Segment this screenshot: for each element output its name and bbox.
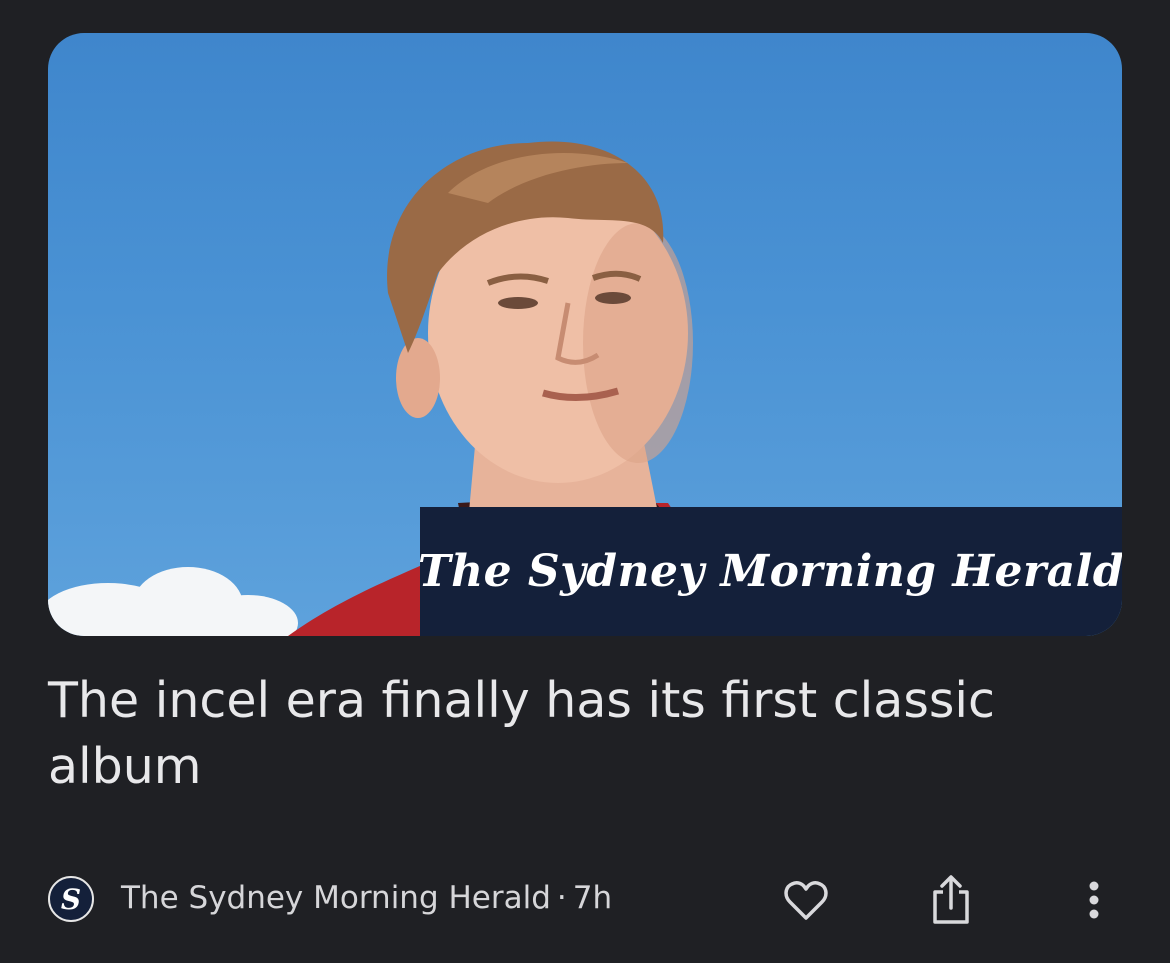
article-thumbnail[interactable]: The Sydney Morning Herald [48,33,1122,636]
source-logo-icon[interactable]: S [48,876,94,922]
masthead-text: The Sydney Morning Herald [417,546,1122,597]
share-button[interactable] [923,872,979,928]
source-info[interactable]: The Sydney Morning Herald · 7h [121,878,612,918]
article-age: 7h [572,880,613,916]
meta-separator: · [556,880,567,916]
publisher-masthead: The Sydney Morning Herald [417,507,1122,636]
heart-outline-icon [784,881,828,920]
source-name: The Sydney Morning Herald [121,880,551,916]
like-button[interactable] [778,872,834,928]
source-logo-letter: S [60,882,82,916]
share-icon [933,875,969,924]
more-options-button[interactable] [1066,872,1122,928]
more-vertical-icon [1089,881,1099,919]
news-card[interactable]: The Sydney Morning Herald The incel era … [0,0,1170,963]
article-meta-row: S The Sydney Morning Herald · 7h [48,872,1122,924]
article-headline[interactable]: The incel era finally has its first clas… [48,668,1128,800]
